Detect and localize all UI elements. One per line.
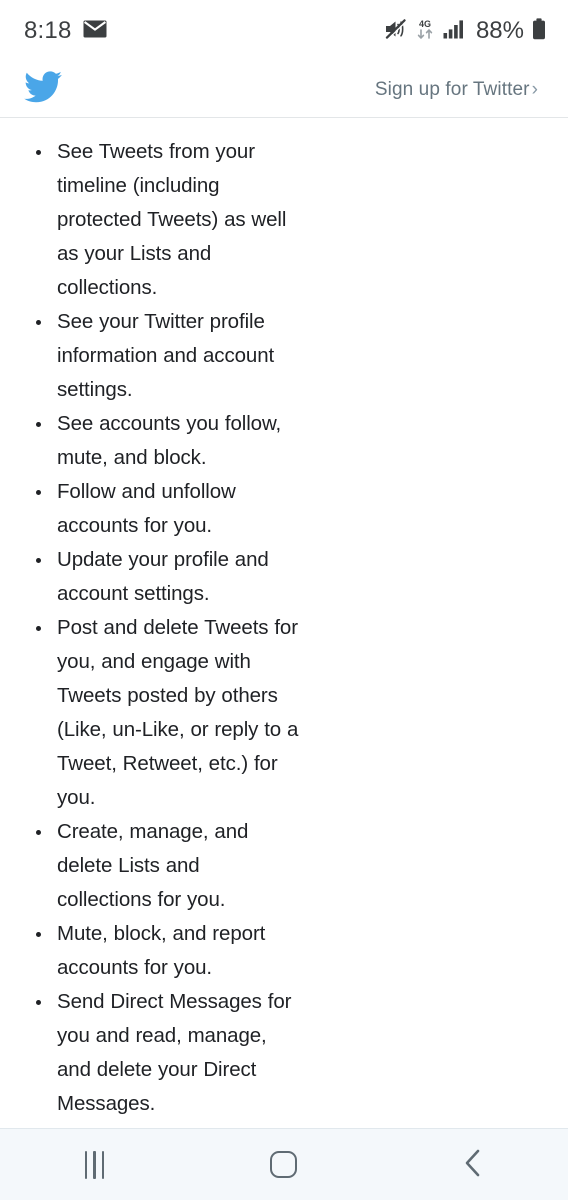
recents-icon <box>84 1150 105 1179</box>
home-icon <box>270 1151 298 1178</box>
list-item: See your Twitter profile information and… <box>36 305 299 407</box>
signal-bars-icon <box>443 19 465 44</box>
status-bar-right: 4G 88% <box>385 17 546 45</box>
signup-label: Sign up for Twitter <box>374 78 530 100</box>
twitter-bird-logo[interactable] <box>24 71 62 108</box>
status-bar-clock: 8:18 <box>24 17 72 44</box>
list-item: See accounts you follow, mute, and block… <box>36 407 299 475</box>
list-item: Send Direct Messages for you and read, m… <box>36 985 299 1121</box>
list-item: See Tweets from your timeline (including… <box>36 135 299 305</box>
4g-data-transfer-icon: 4G <box>415 18 435 45</box>
mute-speaker-icon <box>385 18 407 44</box>
list-item: Mute, block, and report accounts for you… <box>36 917 299 985</box>
chevron-right-icon: › <box>531 78 538 100</box>
back-chevron-icon <box>461 1148 485 1181</box>
status-bar: 8:18 4G 88% <box>0 0 568 62</box>
android-navigation-bar <box>0 1128 568 1200</box>
svg-text:4G: 4G <box>419 19 431 29</box>
list-item: Post and delete Tweets for you, and enga… <box>36 611 299 815</box>
battery-percent-label: 88% <box>475 17 524 44</box>
status-bar-left: 8:18 <box>24 19 107 43</box>
permissions-list: See Tweets from your timeline (including… <box>0 135 568 1121</box>
app-header: Sign up for Twitter › <box>0 62 568 118</box>
phone-screen: 8:18 4G 88% Sign up for Twitter › See Tw… <box>0 0 568 1200</box>
battery-icon <box>532 17 546 45</box>
permissions-content: See Tweets from your timeline (including… <box>0 118 568 1128</box>
list-item: Follow and unfollow accounts for you. <box>36 475 299 543</box>
envelope-icon <box>83 20 107 43</box>
recents-button[interactable] <box>0 1129 189 1200</box>
back-button[interactable] <box>379 1129 568 1200</box>
signup-for-twitter-link[interactable]: Sign up for Twitter › <box>375 79 538 101</box>
home-button[interactable] <box>189 1129 378 1200</box>
list-item: Create, manage, and delete Lists and col… <box>36 815 299 917</box>
list-item: Update your profile and account settings… <box>36 543 299 611</box>
